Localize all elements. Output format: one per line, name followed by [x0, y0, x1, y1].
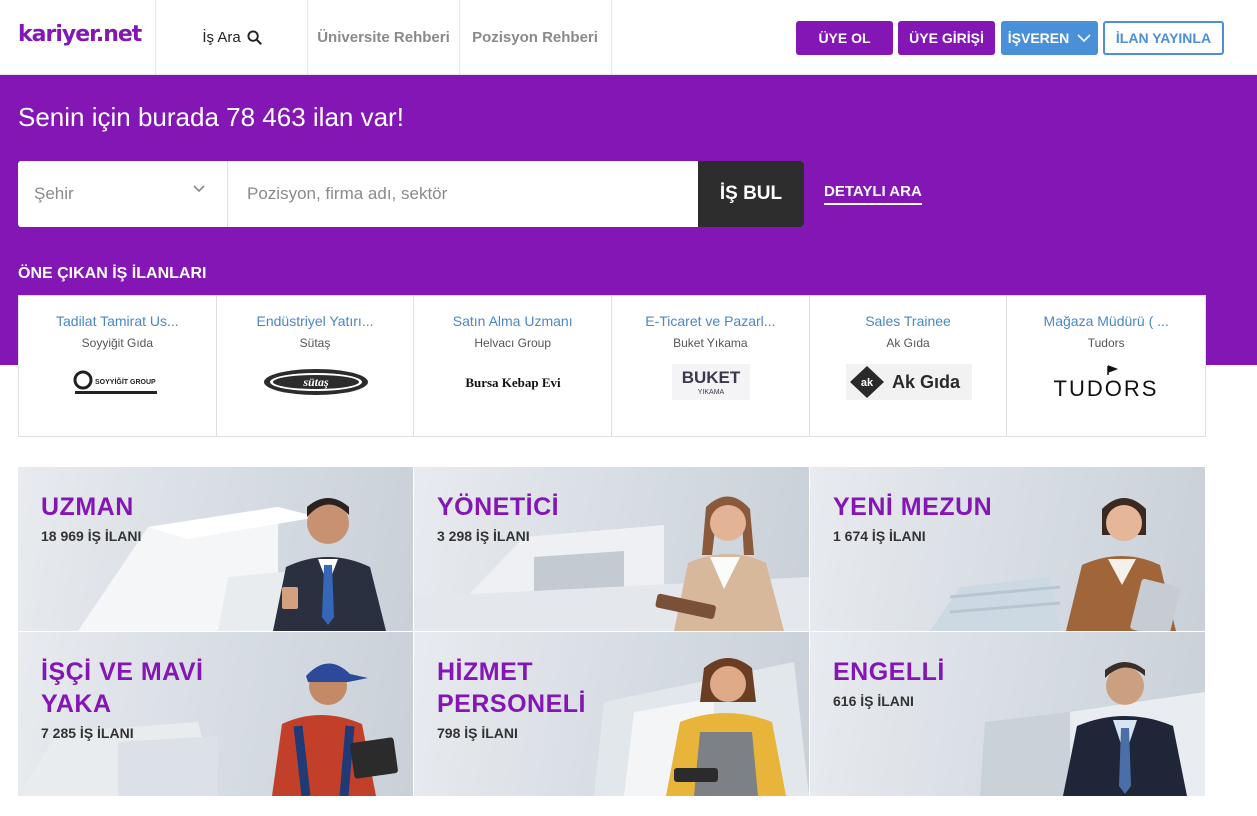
featured-job-card[interactable]: E-Ticaret ve Pazarl... Buket Yıkama BUKE… — [612, 296, 810, 436]
svg-text:YIKAMA: YIKAMA — [698, 389, 725, 396]
company-name: Helvacı Group — [474, 336, 552, 350]
person-photo — [273, 498, 386, 631]
person-photo — [1063, 662, 1187, 796]
ilan-yayinla-label: İLAN YAYINLA — [1115, 30, 1212, 46]
featured-job-card[interactable]: Tadilat Tamirat Us... Soyyiğit Gıda SOYY… — [19, 296, 217, 436]
category-tile-yonetici[interactable]: YÖNETİCİ 3 298 İŞ İLANI — [414, 467, 809, 631]
search-input[interactable] — [247, 161, 698, 227]
category-count: 798 İŞ İLANI — [437, 725, 518, 741]
nav-divider — [611, 0, 612, 75]
job-title[interactable]: Sales Trainee — [810, 313, 1007, 329]
category-count: 616 İŞ İLANI — [833, 693, 914, 709]
featured-job-card[interactable]: Mağaza Müdürü ( ... Tudors TUDORS — [1007, 296, 1205, 436]
category-tile-hizmet-personeli[interactable]: HİZMET PERSONELİ 798 İŞ İLANI — [414, 632, 809, 796]
search-box: Şehir — [18, 161, 804, 227]
nav-universite-label: Üniversite Rehberi — [317, 29, 450, 46]
category-tile-yeni-mezun[interactable]: YENİ MEZUN 1 674 İŞ İLANI — [810, 467, 1205, 631]
svg-text:BUKET: BUKET — [682, 368, 741, 387]
featured-job-card[interactable]: Endüstriyel Yatırı... Sütaş sütaş — [217, 296, 415, 436]
nav-universite-rehberi[interactable]: Üniversite Rehberi — [308, 0, 459, 75]
detayli-ara-link[interactable]: DETAYLI ARA — [824, 183, 922, 205]
featured-jobs-list: Tadilat Tamirat Us... Soyyiğit Gıda SOYY… — [18, 295, 1206, 437]
top-header: kariyer.net İş Ara Üniversite Rehberi Po… — [0, 0, 1257, 75]
search-icon — [247, 30, 262, 45]
uye-ol-button[interactable]: ÜYE OL — [796, 21, 893, 55]
category-count: 1 674 İŞ İLANI — [833, 528, 926, 544]
kariyer-logo[interactable]: kariyer.net — [18, 22, 142, 47]
isveren-label: İŞVEREN — [1007, 30, 1070, 46]
job-title[interactable]: Mağaza Müdürü ( ... — [1007, 313, 1205, 329]
uye-girisi-button[interactable]: ÜYE GİRİŞİ — [898, 21, 995, 55]
isveren-dropdown-button[interactable]: İŞVEREN — [1001, 21, 1098, 55]
svg-text:Bursa Kebap Evi: Bursa Kebap Evi — [466, 375, 562, 390]
chevron-down-icon — [1077, 33, 1091, 42]
company-name: Ak Gıda — [886, 336, 930, 350]
nav-pozisyon-rehberi[interactable]: Pozisyon Rehberi — [459, 0, 611, 75]
featured-jobs-heading: ÖNE ÇIKAN İŞ İLANLARI — [18, 265, 207, 282]
chevron-down-icon — [193, 185, 205, 193]
uye-ol-label: ÜYE OL — [818, 30, 871, 46]
category-title: UZMAN — [41, 493, 134, 521]
nav-is-ara-label: İş Ara — [202, 29, 241, 46]
category-count: 3 298 İŞ İLANI — [437, 528, 530, 544]
company-logo: sütaş — [217, 362, 415, 402]
category-title: ENGELLİ — [833, 658, 945, 686]
city-select[interactable]: Şehir — [18, 161, 228, 227]
company-logo: Bursa Kebap Evi — [414, 362, 612, 402]
company-name: Tudors — [1087, 336, 1125, 350]
category-tile-isci-mavi-yaka[interactable]: İŞÇİ VE MAVİ YAKA 7 285 İŞ İLANI — [18, 632, 413, 796]
category-title: YENİ MEZUN — [833, 493, 993, 521]
company-logo: SOYYİĞİT GROUP — [19, 362, 217, 402]
company-name: Sütaş — [299, 336, 331, 350]
svg-text:TUDORS: TUDORS — [1054, 376, 1159, 400]
uye-girisi-label: ÜYE GİRİŞİ — [909, 30, 984, 46]
svg-text:Ak Gıda: Ak Gıda — [892, 372, 961, 392]
is-bul-button[interactable]: İŞ BUL — [698, 161, 804, 227]
featured-job-card[interactable]: Sales Trainee Ak Gıda ak Ak Gıda — [810, 296, 1008, 436]
category-grid: UZMAN 18 969 İŞ İLANI YÖNETİCİ 3 298 İŞ … — [18, 467, 1206, 797]
person-photo — [666, 658, 786, 796]
person-photo — [1066, 498, 1181, 631]
company-logo: ak Ak Gıda — [810, 362, 1008, 402]
company-logo: TUDORS — [1007, 362, 1205, 402]
job-title[interactable]: E-Ticaret ve Pazarl... — [612, 313, 809, 329]
company-name: Soyyiğit Gıda — [81, 336, 154, 350]
nav-pozisyon-label: Pozisyon Rehberi — [472, 29, 598, 46]
ilan-yayinla-button[interactable]: İLAN YAYINLA — [1103, 21, 1224, 55]
company-name: Buket Yıkama — [673, 336, 748, 350]
job-title[interactable]: Tadilat Tamirat Us... — [19, 313, 216, 329]
nav-is-ara[interactable]: İş Ara — [156, 0, 308, 75]
person-photo — [655, 496, 784, 631]
category-title: YÖNETİCİ — [437, 493, 560, 521]
company-logo: BUKET YIKAMA — [612, 362, 810, 402]
svg-text:SOYYİĞİT GROUP: SOYYİĞİT GROUP — [95, 377, 156, 386]
category-tile-uzman[interactable]: UZMAN 18 969 İŞ İLANI — [18, 467, 413, 631]
is-bul-label: İŞ BUL — [719, 183, 783, 204]
category-title: HİZMET PERSONELİ — [437, 658, 586, 718]
category-count: 18 969 İŞ İLANI — [41, 528, 142, 544]
category-count: 7 285 İŞ İLANI — [41, 725, 134, 741]
svg-text:sütaş: sütaş — [302, 375, 329, 389]
job-title[interactable]: Satın Alma Uzmanı — [414, 313, 611, 329]
hero-title: Senin için burada 78 463 ilan var! — [18, 102, 404, 132]
job-title[interactable]: Endüstriyel Yatırı... — [217, 313, 414, 329]
category-title: İŞÇİ VE MAVİ YAKA — [41, 658, 204, 718]
category-tile-engelli[interactable]: ENGELLİ 616 İŞ İLANI — [810, 632, 1205, 796]
person-photo — [272, 663, 398, 796]
svg-text:ak: ak — [861, 377, 874, 389]
city-placeholder: Şehir — [34, 184, 74, 203]
featured-job-card[interactable]: Satın Alma Uzmanı Helvacı Group Bursa Ke… — [414, 296, 613, 436]
